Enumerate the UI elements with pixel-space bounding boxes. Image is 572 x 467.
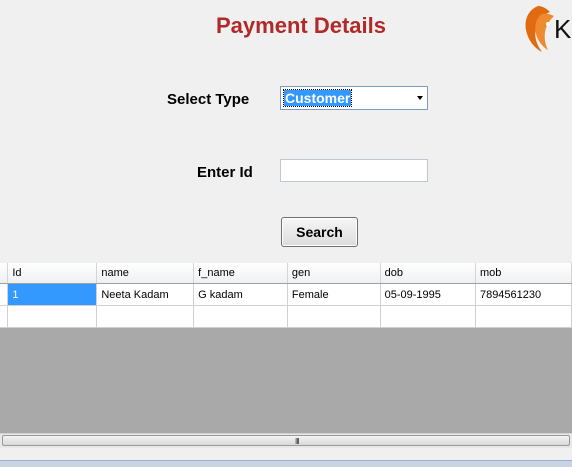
table-cell[interactable]: 05-09-1995 <box>380 283 476 306</box>
table-cell[interactable]: 7894561230 <box>475 283 572 306</box>
table-cell[interactable] <box>193 305 288 328</box>
column-header[interactable]: gen <box>287 263 381 284</box>
data-grid[interactable]: Id name f_name gen dob mob 1 Neeta Kadam… <box>0 263 572 433</box>
table-cell[interactable] <box>287 305 381 328</box>
column-header[interactable]: Id <box>7 263 98 284</box>
lion-logo-icon: K <box>520 0 572 56</box>
enter-id-input[interactable] <box>280 159 428 182</box>
table-cell[interactable]: 1 <box>7 283 98 306</box>
table-cell[interactable]: Female <box>287 283 381 306</box>
scrollbar-thumb[interactable]: III <box>2 435 570 446</box>
horizontal-scrollbar[interactable]: III <box>0 433 572 448</box>
table-cell[interactable] <box>96 305 195 328</box>
column-header[interactable]: f_name <box>193 263 288 284</box>
page-title: Payment Details <box>216 13 386 38</box>
grip-icon: III <box>295 437 300 446</box>
table-cell[interactable] <box>475 305 572 328</box>
table-cell[interactable]: G kadam <box>193 283 288 306</box>
column-header[interactable]: dob <box>380 263 476 284</box>
row-header[interactable] <box>0 283 9 306</box>
data-table: Id name f_name gen dob mob 1 Neeta Kadam… <box>0 263 572 328</box>
table-cell[interactable]: Neeta Kadam <box>96 283 195 306</box>
select-type-value: Customer <box>282 89 353 107</box>
table-cell[interactable] <box>7 305 98 328</box>
table-row-new[interactable] <box>0 305 572 328</box>
column-header[interactable]: name <box>96 263 195 284</box>
table-cell[interactable] <box>380 305 476 328</box>
column-header[interactable]: mob <box>475 263 572 284</box>
logo-letter: K <box>554 14 572 44</box>
chevron-down-icon[interactable] <box>417 96 423 100</box>
row-header[interactable] <box>0 305 9 328</box>
enter-id-label: Enter Id <box>197 164 253 181</box>
table-row[interactable]: 1 Neeta Kadam G kadam Female 05-09-1995 … <box>0 283 572 306</box>
row-header-corner <box>0 263 9 284</box>
select-type-dropdown[interactable]: Customer <box>280 86 428 110</box>
search-button[interactable]: Search <box>281 217 358 247</box>
select-type-label: Select Type <box>167 91 250 108</box>
table-header-row: Id name f_name gen dob mob <box>0 263 572 284</box>
